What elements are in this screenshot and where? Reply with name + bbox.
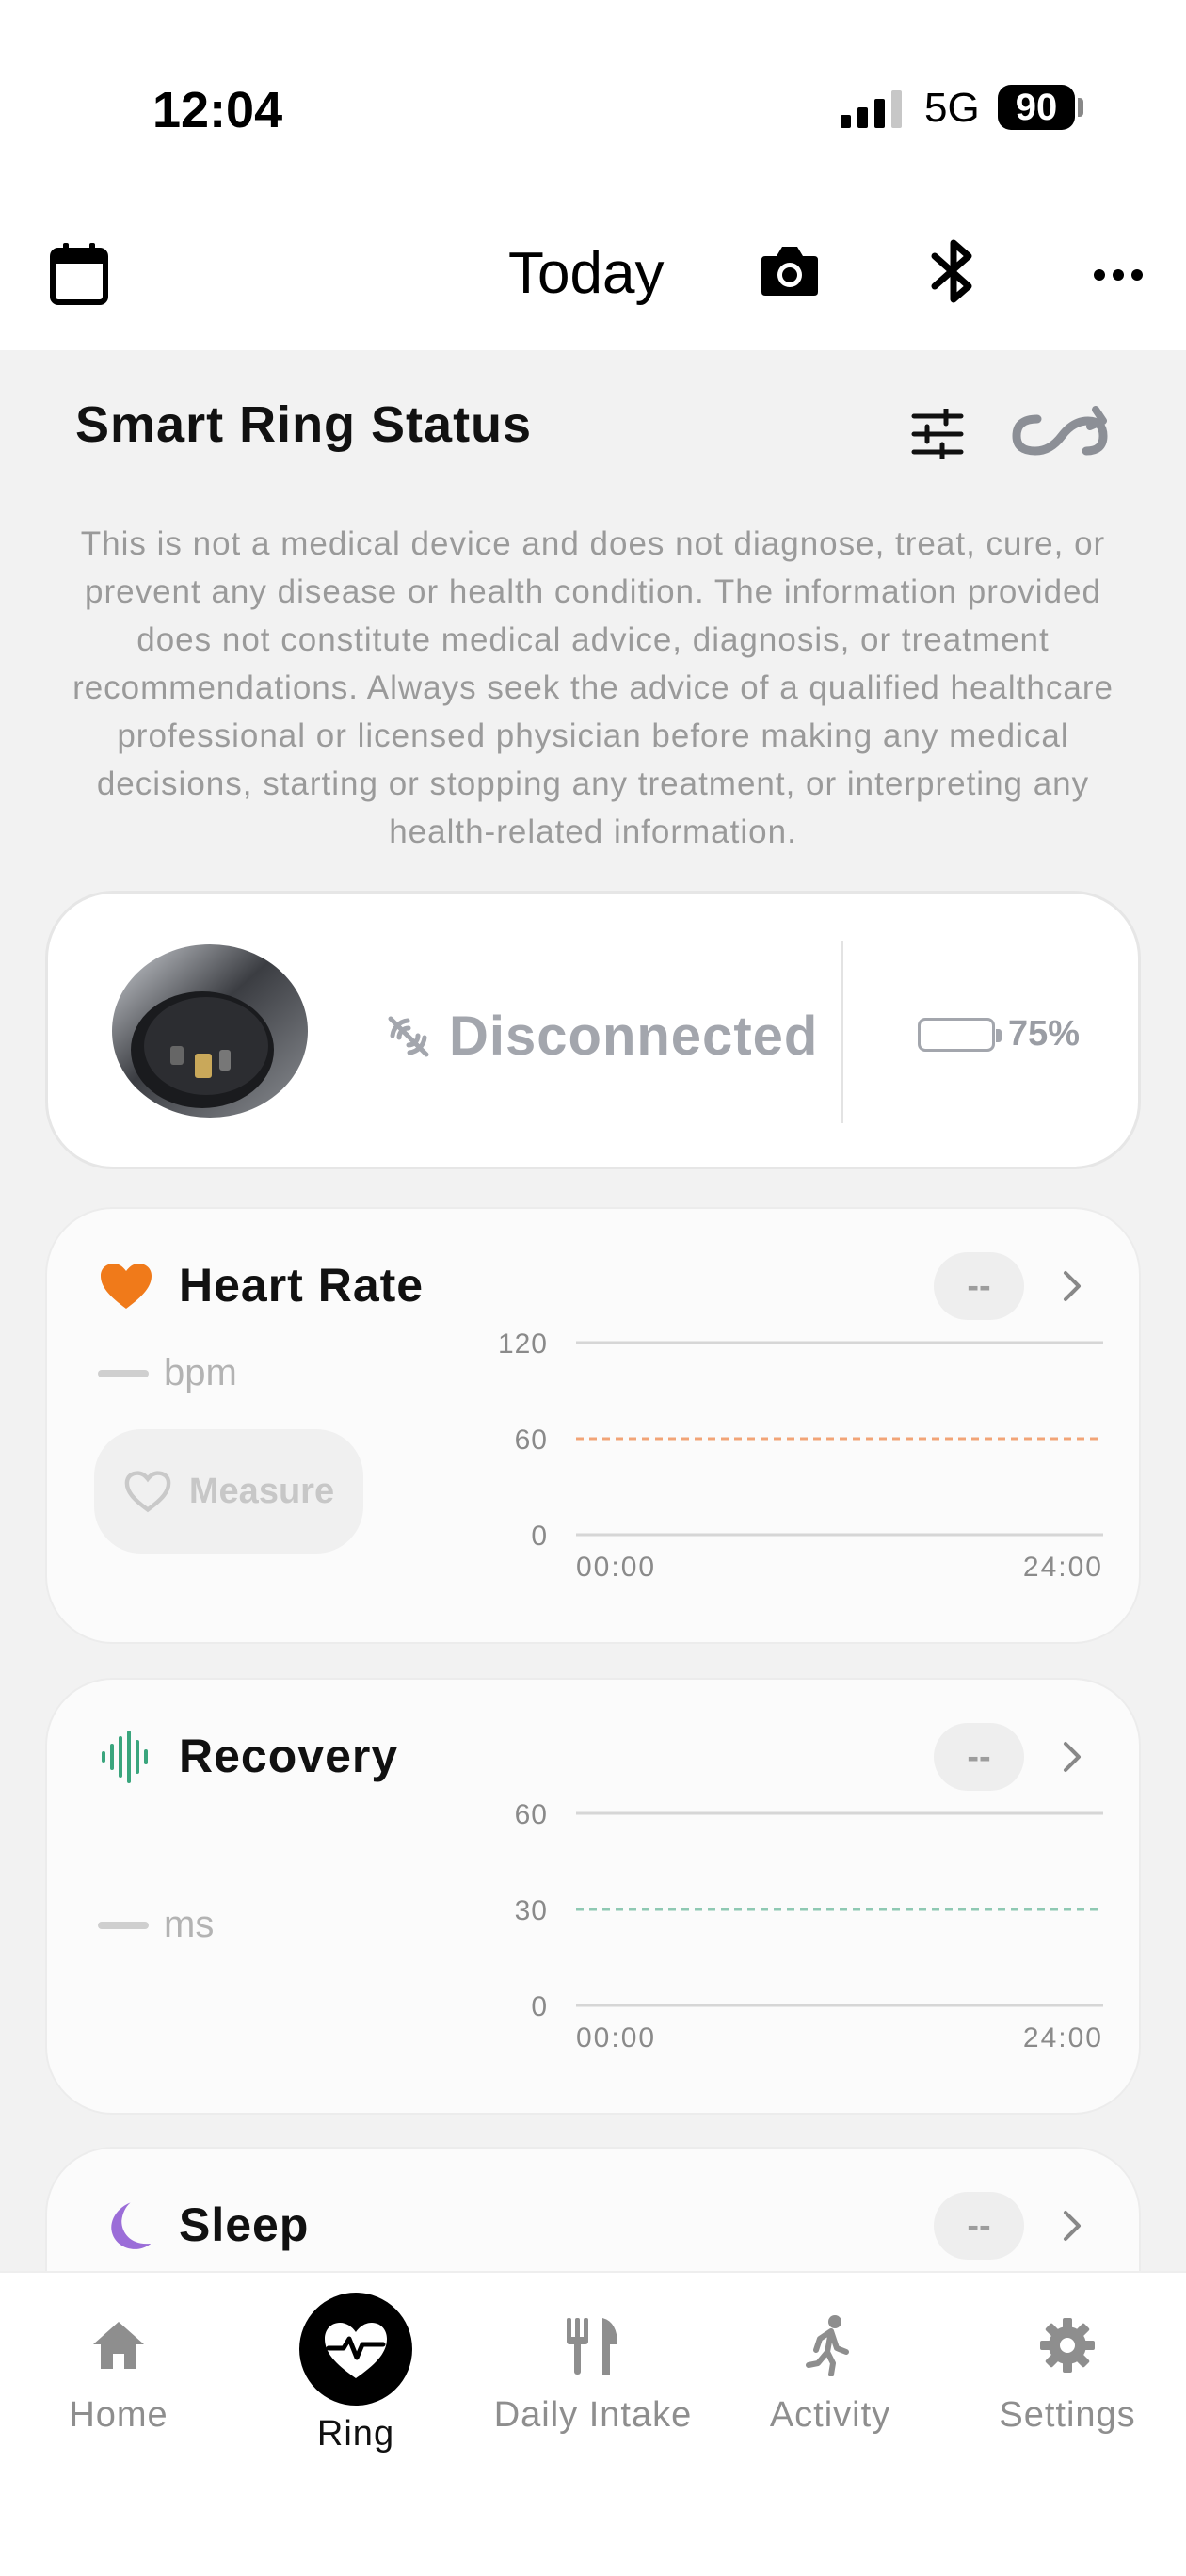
sliders-icon[interactable] (907, 407, 968, 461)
measure-label: Measure (188, 1471, 335, 1511)
smart-ring-image (112, 944, 308, 1118)
rec-y-tick-label: 0 (531, 1991, 548, 2022)
heart-icon (96, 1256, 156, 1316)
sleep-value: -- (934, 2192, 1024, 2260)
value-placeholder-dash (98, 1370, 149, 1377)
rec-x-tick-label: 00:00 (576, 2022, 656, 2053)
recovery-unit: ms (164, 1904, 215, 1945)
home-icon (0, 2318, 237, 2373)
heart-rate-card[interactable]: Heart Rate -- bpm Measure 120 60 0 00:00 24:… (45, 1207, 1141, 1644)
tab-home-label: Home (69, 2395, 168, 2435)
card-divider (841, 941, 843, 1123)
hr-x-tick-label: 24:00 (1023, 1552, 1103, 1583)
rec-x-tick-label: 24:00 (1023, 2022, 1103, 2053)
status-battery: 90 (998, 85, 1075, 130)
status-bar: 12:04 5G 90 (0, 0, 1186, 198)
device-card[interactable]: Disconnected 75% (45, 891, 1141, 1169)
recovery-chart: 60 30 0 00:00 24:00 (515, 1800, 1103, 2053)
hr-y-tick-label: 60 (515, 1425, 548, 1456)
bluetooth-icon[interactable] (922, 235, 985, 307)
sleep-title: Sleep (179, 2198, 310, 2251)
recovery-card[interactable]: Recovery -- ms 60 30 0 00:00 24:00 (45, 1678, 1141, 2115)
measure-button[interactable]: Measure (94, 1429, 363, 1554)
device-battery-label: 75% (1008, 1014, 1081, 1054)
hr-y-tick-label: 0 (531, 1521, 548, 1552)
medical-disclaimer: This is not a medical device and does no… (72, 525, 1114, 850)
device-battery: 75% (918, 1014, 1080, 1055)
tab-home[interactable]: Home (0, 2273, 237, 2480)
chevron-right-icon[interactable] (1050, 2205, 1092, 2246)
top-nav-bar: Today (0, 198, 1186, 350)
network-label: 5G (924, 85, 980, 131)
heart-rate-unit: bpm (164, 1352, 237, 1393)
tab-ring-label: Ring (316, 2414, 395, 2454)
rec-y-tick-label: 60 (515, 1800, 548, 1830)
heart-rate-value: -- (934, 1252, 1024, 1320)
hr-x-tick-label: 00:00 (576, 1552, 656, 1583)
recovery-value: -- (934, 1723, 1024, 1791)
waveform-icon (96, 1727, 156, 1787)
hr-y-tick-label: 120 (498, 1329, 548, 1360)
camera-icon[interactable] (759, 241, 821, 299)
tab-daily-intake[interactable]: Daily Intake (474, 2273, 712, 2480)
tab-settings[interactable]: Settings (949, 2273, 1186, 2480)
moon-icon (96, 2196, 156, 2256)
disconnected-icon (388, 1016, 429, 1056)
calendar-icon[interactable] (49, 239, 109, 307)
heart-outline-icon (124, 1471, 171, 1513)
fork-knife-icon (474, 2316, 712, 2376)
heart-rate-chart: 120 60 0 00:00 24:00 (498, 1329, 1103, 1583)
sync-icon[interactable] (1007, 403, 1114, 465)
status-time: 12:04 (152, 82, 283, 138)
battery-tip (1078, 98, 1083, 117)
value-placeholder-dash (98, 1922, 149, 1929)
tab-ring[interactable]: Ring (237, 2273, 474, 2480)
ring-heart-icon (237, 2292, 474, 2407)
section-title: Smart Ring Status (75, 396, 533, 453)
recovery-title: Recovery (179, 1730, 399, 1782)
tab-activity[interactable]: Activity (712, 2273, 949, 2480)
tab-daily-intake-label: Daily Intake (493, 2395, 693, 2435)
heart-rate-title: Heart Rate (179, 1259, 425, 1312)
page-title[interactable]: Today (508, 240, 664, 307)
chevron-right-icon[interactable] (1050, 1736, 1092, 1778)
battery-icon (918, 1017, 1002, 1052)
tab-settings-label: Settings (999, 2395, 1136, 2435)
more-icon[interactable] (1092, 264, 1145, 286)
running-icon (712, 2314, 949, 2376)
bottom-tab-bar: Home Ring Daily Intake Activity Settings (0, 2271, 1186, 2576)
tab-activity-label: Activity (769, 2395, 891, 2435)
gear-icon (949, 2316, 1186, 2375)
rec-y-tick-label: 30 (515, 1895, 548, 1926)
connection-status-label: Disconnected (449, 1006, 819, 1067)
signal-icon (841, 90, 902, 128)
chevron-right-icon[interactable] (1050, 1265, 1092, 1307)
connection-status: Disconnected (385, 1005, 818, 1068)
